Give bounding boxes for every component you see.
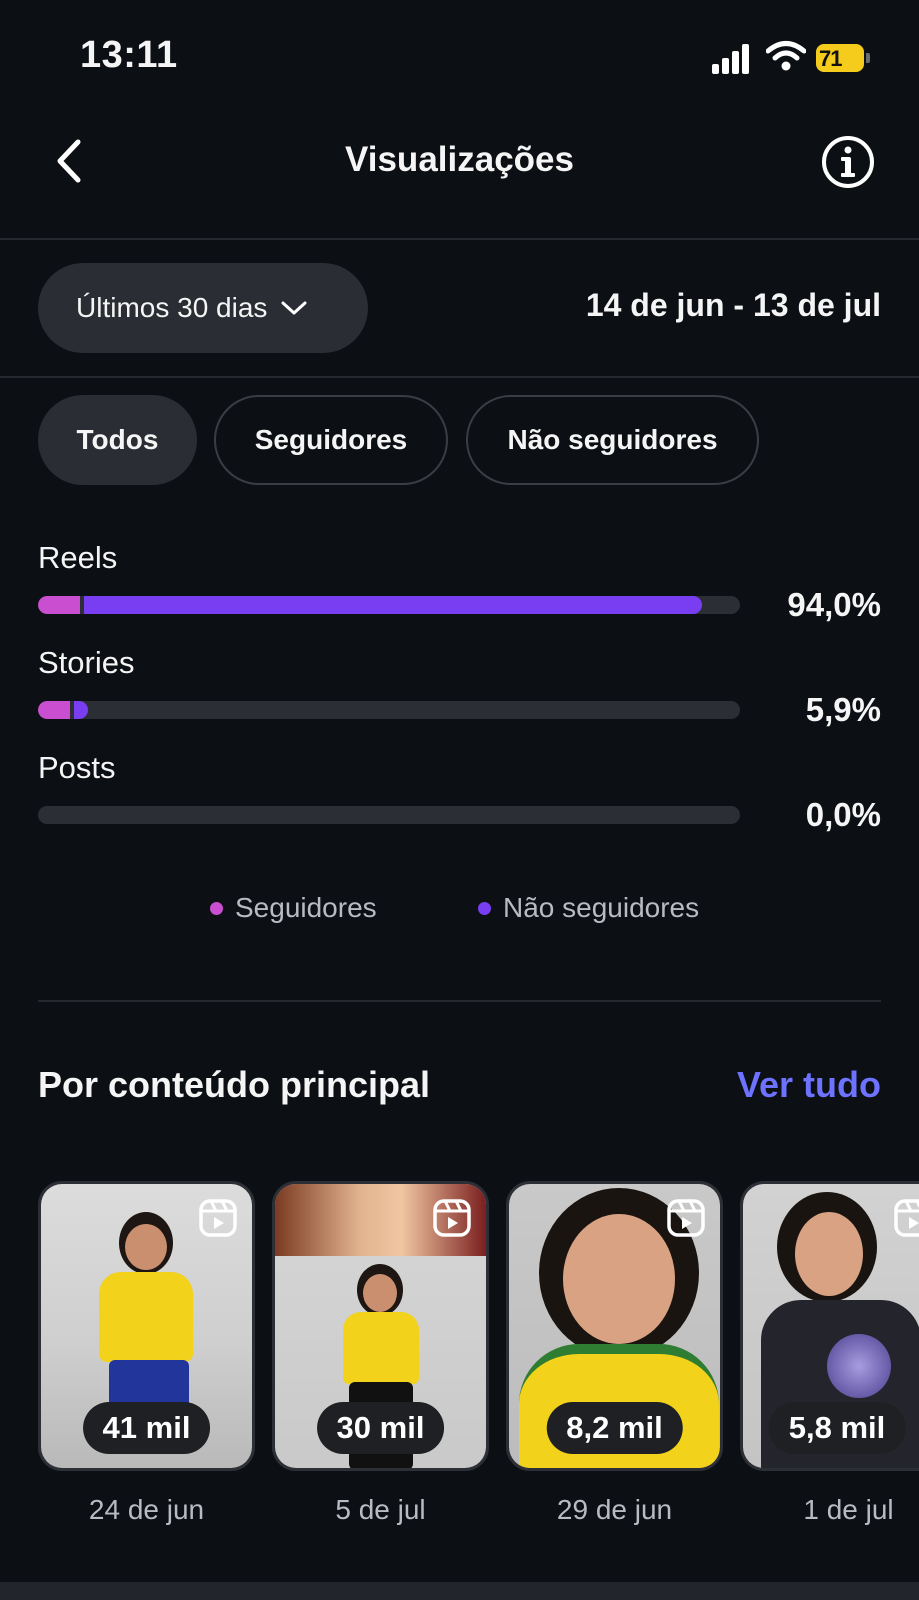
period-dropdown[interactable]: Últimos 30 dias (38, 263, 368, 353)
wifi-icon (766, 41, 806, 71)
battery-level: 71 (819, 46, 843, 71)
breakdown-bar-reels (38, 596, 740, 614)
breakdown-bar-stories (38, 701, 740, 719)
filter-chip-nonfollowers[interactable]: Não seguidores (466, 395, 759, 485)
status-time: 13:11 (80, 34, 178, 76)
section-title: Por conteúdo principal (38, 1064, 431, 1105)
cellular-signal-icon (712, 44, 749, 74)
views-count: 8,2 mil (546, 1402, 683, 1454)
content-thumbnail[interactable]: 8,2 mil (506, 1181, 723, 1471)
bottom-edge (0, 1582, 919, 1600)
breakdown-label-stories: Stories (38, 645, 135, 680)
bar-segment-followers (38, 596, 80, 614)
views-count: 41 mil (82, 1402, 211, 1454)
content-date: 29 de jun (556, 1494, 673, 1525)
date-range: 14 de jun - 13 de jul (585, 287, 881, 323)
header-divider (0, 238, 919, 240)
legend-nonfollowers: Não seguidores (478, 892, 699, 924)
content-thumbnail[interactable]: 5,8 mil (740, 1181, 919, 1471)
filter-chip-all[interactable]: Todos (38, 395, 197, 485)
info-icon[interactable] (820, 134, 876, 190)
battery-indicator: 71 (816, 44, 872, 74)
legend-dot-followers (210, 901, 223, 915)
bar-segment-nonfollowers (74, 701, 88, 719)
content-thumbnail[interactable]: 41 mil (38, 1181, 255, 1471)
breakdown-percent-reels: 94,0% (787, 586, 881, 623)
page-title: Visualizações (345, 140, 574, 179)
legend-label-followers: Seguidores (235, 892, 377, 923)
content-date: 24 de jun (88, 1494, 205, 1525)
reel-icon (433, 1199, 471, 1237)
bar-segment-followers (38, 701, 70, 719)
section-divider (38, 1000, 881, 1002)
chevron-down-icon (281, 301, 307, 315)
see-all-link[interactable]: Ver tudo (737, 1064, 881, 1106)
period-label: Últimos 30 dias (76, 292, 268, 323)
legend-followers: Seguidores (210, 892, 377, 924)
reel-icon (894, 1199, 919, 1237)
content-date: 1 de jul (803, 1494, 894, 1525)
breakdown-label-reels: Reels (38, 540, 118, 575)
legend-label-nonfollowers: Não seguidores (503, 892, 700, 923)
views-count: 5,8 mil (768, 1402, 906, 1454)
filter-chip-followers[interactable]: Seguidores (214, 395, 448, 485)
breakdown-bar-posts (38, 806, 740, 824)
legend-dot-nonfollowers (478, 901, 491, 915)
views-count: 30 mil (316, 1402, 445, 1454)
reel-icon (667, 1199, 705, 1237)
breakdown-percent-stories: 5,9% (805, 691, 881, 728)
bar-segment-nonfollowers (84, 596, 702, 614)
breakdown-label-posts: Posts (38, 750, 116, 785)
content-date: 5 de jul (335, 1494, 426, 1525)
content-thumbnail[interactable]: 30 mil (272, 1181, 489, 1471)
reel-icon (199, 1199, 237, 1237)
period-divider (0, 376, 919, 378)
breakdown-percent-posts: 0,0% (805, 796, 881, 833)
